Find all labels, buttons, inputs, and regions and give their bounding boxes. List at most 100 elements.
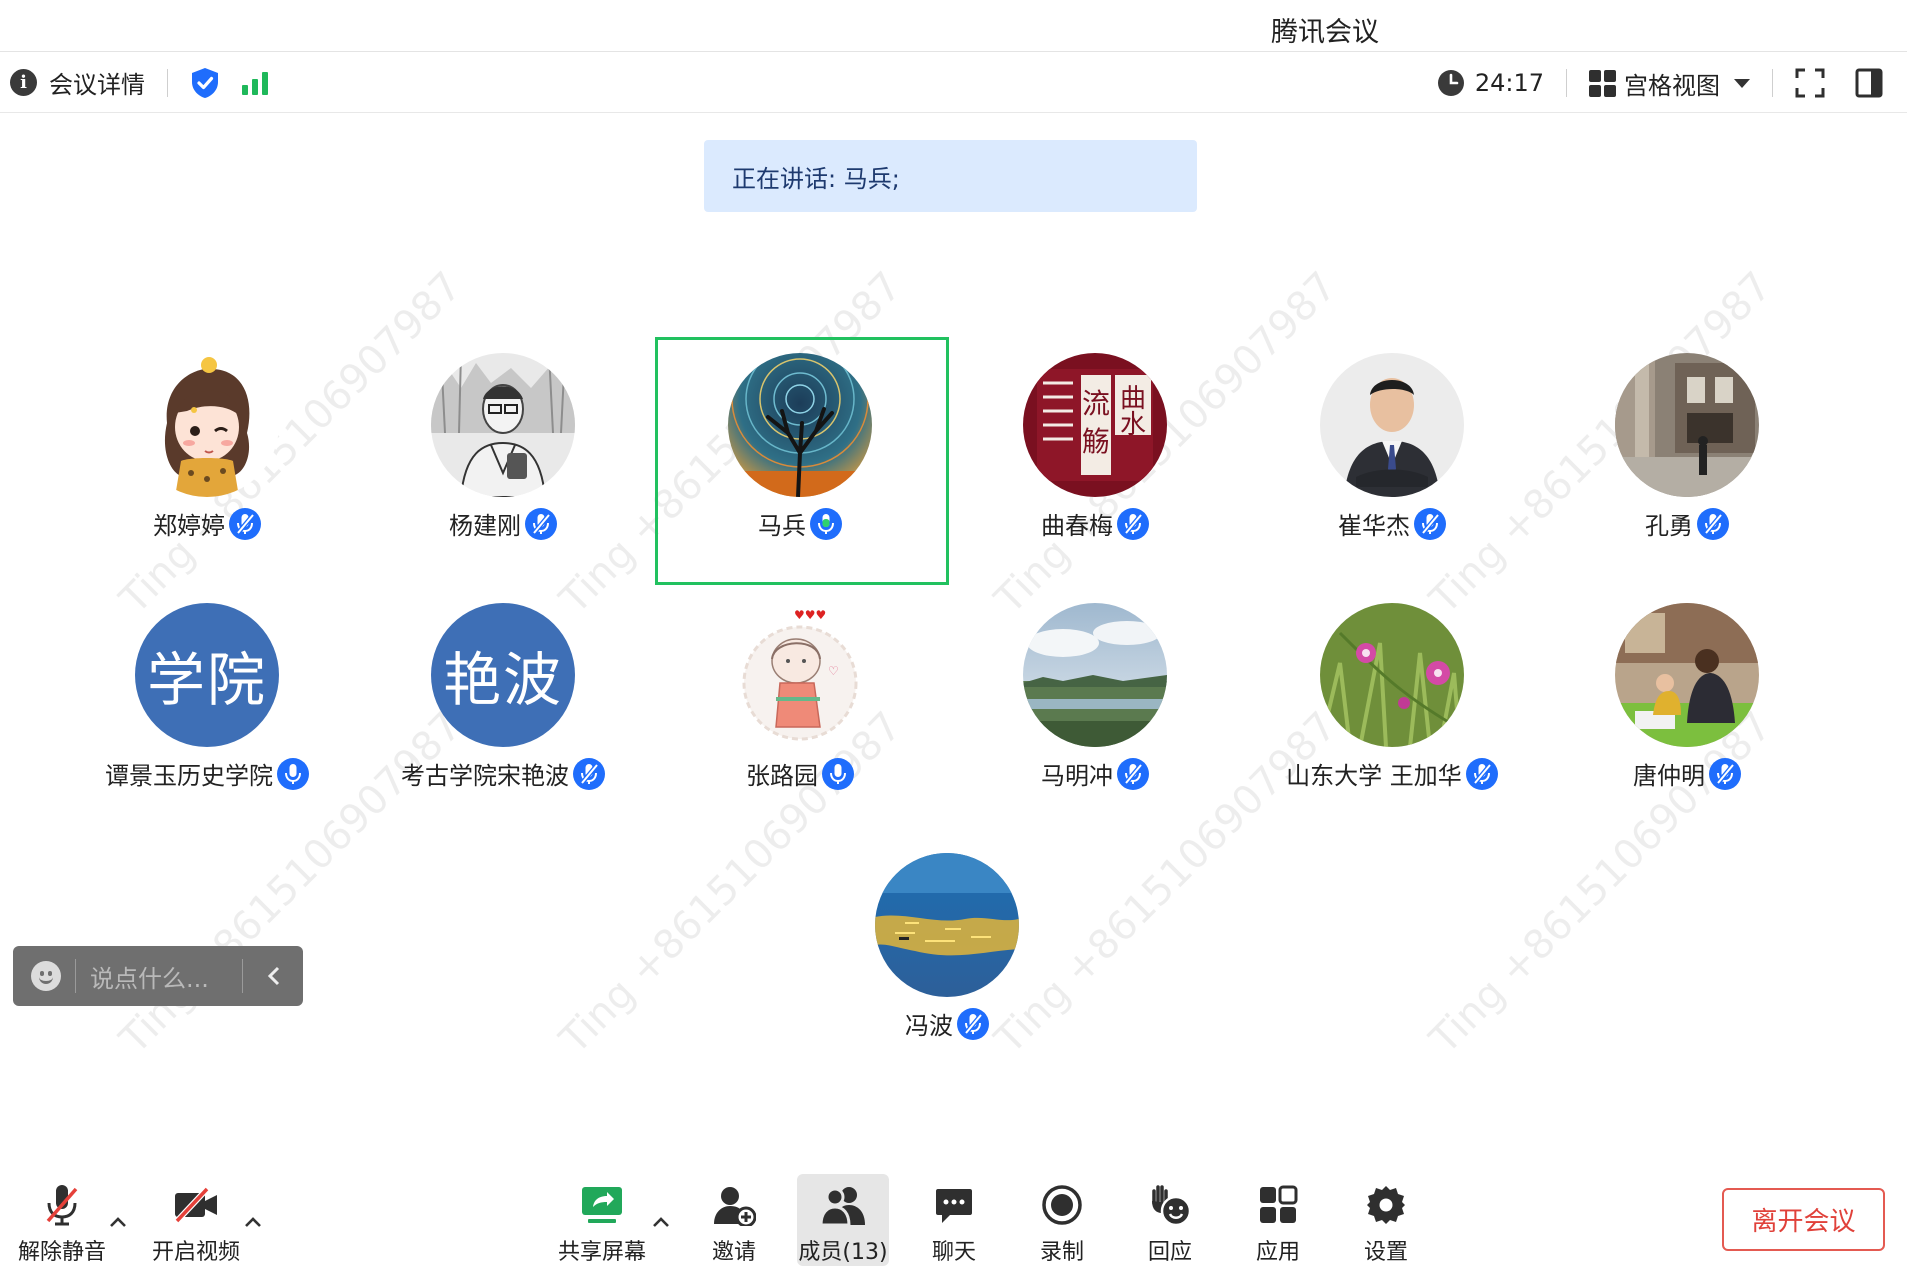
bottom-toolbar: 解除静音 开启视频 共享屏幕 邀请 成员(13) 聊天 录制 回应 应用 设置 bbox=[0, 1160, 1907, 1269]
meeting-info-button[interactable]: i 会议详情 bbox=[10, 65, 145, 100]
avatar bbox=[728, 353, 872, 497]
avatar-text: 流 bbox=[1082, 387, 1110, 420]
participant-tile[interactable]: 崔华杰 bbox=[1242, 338, 1542, 578]
react-button[interactable]: 回应 bbox=[1130, 1180, 1210, 1269]
chat-quick-input[interactable]: 说点什么... bbox=[13, 946, 303, 1006]
reaction-hand-icon bbox=[1152, 1185, 1192, 1227]
mic-on-icon bbox=[822, 757, 854, 790]
divider bbox=[167, 68, 168, 97]
invite-button[interactable]: 邀请 bbox=[694, 1180, 774, 1269]
participant-name: 山东大学 王加华 bbox=[1286, 762, 1462, 790]
participant-tile[interactable]: 孔勇 bbox=[1537, 338, 1837, 578]
participant-name: 崔华杰 bbox=[1338, 512, 1410, 540]
participant-name: 冯波 bbox=[905, 1012, 953, 1040]
apps-label: 应用 bbox=[1255, 1240, 1300, 1265]
fullscreen-icon[interactable] bbox=[1795, 68, 1825, 98]
settings-label: 设置 bbox=[1363, 1240, 1408, 1265]
mic-muted-icon bbox=[957, 1007, 989, 1040]
apps-button[interactable]: 应用 bbox=[1238, 1180, 1318, 1269]
divider bbox=[1566, 69, 1567, 97]
divider bbox=[242, 959, 243, 993]
avatar bbox=[1023, 603, 1167, 747]
security-shield-icon[interactable] bbox=[190, 67, 220, 99]
participant-name: 曲春梅 bbox=[1041, 512, 1113, 540]
participant-tile-active[interactable]: 马兵 bbox=[650, 338, 950, 578]
members-button[interactable]: 成员(13) bbox=[797, 1174, 889, 1266]
share-options-chevron-up-icon[interactable] bbox=[651, 1212, 671, 1232]
participant-tile[interactable]: 郑婷婷 bbox=[57, 338, 357, 578]
chat-input-placeholder[interactable]: 说点什么... bbox=[90, 959, 228, 994]
collapse-chevron-left-icon[interactable] bbox=[257, 959, 291, 993]
avatar bbox=[1615, 353, 1759, 497]
divider bbox=[1772, 69, 1773, 97]
unmute-label: 解除静音 bbox=[17, 1240, 106, 1265]
mic-muted-icon bbox=[1117, 757, 1149, 790]
record-label: 录制 bbox=[1039, 1240, 1084, 1265]
top-toolbar: i 会议详情 24:17 宫格视图 bbox=[0, 53, 1907, 113]
avatar bbox=[135, 353, 279, 497]
mic-off-icon bbox=[46, 1185, 78, 1226]
participant-tile[interactable]: 唐仲明 bbox=[1537, 588, 1837, 828]
avatar bbox=[1615, 603, 1759, 747]
start-video-button[interactable]: 开启视频 bbox=[146, 1180, 246, 1269]
avatar-text: ♥♥♥ bbox=[794, 608, 826, 622]
mic-on-icon bbox=[277, 757, 309, 790]
avatar: 艳波 bbox=[431, 603, 575, 747]
avatar bbox=[875, 853, 1019, 997]
share-screen-button[interactable]: 共享屏幕 bbox=[552, 1180, 652, 1269]
participant-tile[interactable]: 冯波 bbox=[797, 838, 1097, 1078]
start-video-label: 开启视频 bbox=[151, 1240, 240, 1265]
invite-user-icon bbox=[714, 1187, 756, 1226]
avatar-text: 觞 bbox=[1082, 425, 1110, 458]
avatar-text: 艳波 bbox=[431, 603, 575, 747]
participant-name: 马明冲 bbox=[1041, 762, 1113, 790]
chat-button[interactable]: 聊天 bbox=[914, 1180, 994, 1269]
avatar bbox=[431, 353, 575, 497]
divider bbox=[75, 959, 76, 993]
record-button[interactable]: 录制 bbox=[1022, 1180, 1102, 1269]
clock-icon bbox=[1437, 70, 1464, 96]
emoji-icon[interactable] bbox=[31, 961, 61, 991]
participant-name: 马兵 bbox=[758, 512, 806, 540]
video-options-chevron-up-icon[interactable] bbox=[243, 1212, 263, 1232]
mic-speaking-icon bbox=[810, 507, 842, 540]
avatar bbox=[1320, 603, 1464, 747]
avatar-text: 水 bbox=[1120, 410, 1146, 440]
participant-tile[interactable]: 山东大学 王加华 bbox=[1242, 588, 1542, 828]
participant-tile[interactable]: 学院 谭景玉历史学院 bbox=[57, 588, 357, 828]
mic-muted-icon bbox=[1709, 757, 1741, 790]
network-signal-icon[interactable] bbox=[242, 71, 268, 95]
mic-muted-icon bbox=[525, 507, 557, 540]
share-screen-icon bbox=[582, 1187, 622, 1223]
view-mode-dropdown[interactable]: 宫格视图 bbox=[1589, 66, 1750, 101]
participant-name: 张路园 bbox=[746, 762, 818, 790]
sidebar-toggle-icon[interactable] bbox=[1855, 68, 1883, 98]
title-bar: 腾讯会议 bbox=[0, 0, 1907, 52]
audio-options-chevron-up-icon[interactable] bbox=[108, 1212, 128, 1232]
settings-button[interactable]: 设置 bbox=[1346, 1180, 1426, 1269]
participant-tile[interactable]: 杨建刚 bbox=[353, 338, 653, 578]
avatar: 学院 bbox=[135, 603, 279, 747]
members-label: 成员(13) bbox=[798, 1240, 888, 1265]
participant-tile[interactable]: 曲 水 流 觞 曲春梅 bbox=[945, 338, 1245, 578]
share-screen-label: 共享屏幕 bbox=[557, 1240, 646, 1265]
react-label: 回应 bbox=[1147, 1240, 1192, 1265]
chat-bubble-icon bbox=[936, 1189, 972, 1223]
mic-muted-icon bbox=[1117, 507, 1149, 540]
meeting-timer: 24:17 bbox=[1437, 69, 1544, 97]
participant-name: 郑婷婷 bbox=[153, 512, 225, 540]
participant-tile[interactable]: 马明冲 bbox=[945, 588, 1245, 828]
unmute-button[interactable]: 解除静音 bbox=[10, 1180, 114, 1269]
mic-muted-icon bbox=[1465, 757, 1498, 790]
avatar bbox=[1320, 353, 1464, 497]
leave-meeting-button[interactable]: 离开会议 bbox=[1722, 1188, 1885, 1251]
caret-down-icon bbox=[1734, 78, 1750, 88]
participant-tile[interactable]: ♥♥♥ ♡ 张路园 bbox=[650, 588, 950, 828]
participant-name: 杨建刚 bbox=[449, 512, 521, 540]
apps-grid-icon bbox=[1260, 1185, 1298, 1223]
window-title: 腾讯会议 bbox=[1271, 17, 1379, 48]
participant-name: 考古学院宋艳波 bbox=[401, 762, 569, 790]
participant-tile[interactable]: 艳波 考古学院宋艳波 bbox=[353, 588, 653, 828]
invite-label: 邀请 bbox=[711, 1240, 756, 1265]
view-mode-label: 宫格视图 bbox=[1624, 71, 1720, 100]
